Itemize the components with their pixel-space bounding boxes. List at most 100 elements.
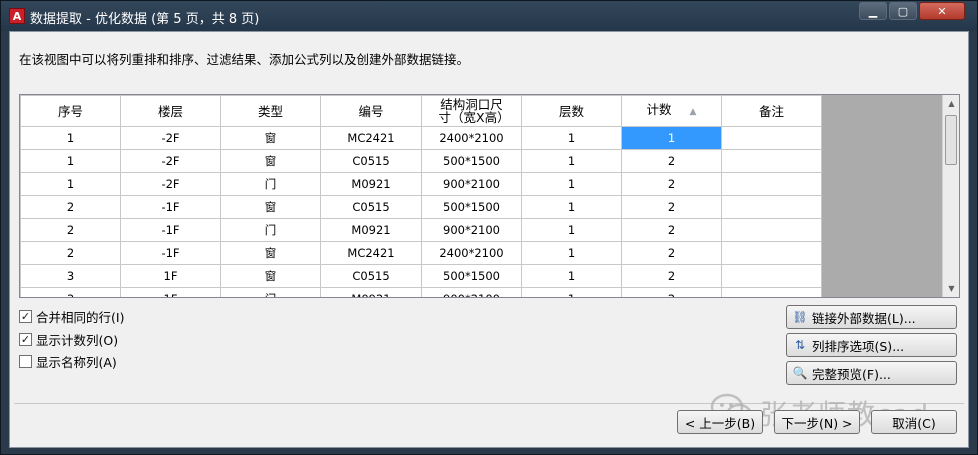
table-cell[interactable]: 2 xyxy=(621,241,722,265)
table-cell[interactable]: M0921 xyxy=(320,218,422,242)
table-cell[interactable]: 2 xyxy=(621,287,722,297)
table-row[interactable]: 3 1F 窗 C0515 500*1500 1 2 xyxy=(20,264,822,288)
title-bar[interactable]: A 数据提取 - 优化数据 (第 5 页，共 8 页) ▁ ▢ ✕ xyxy=(1,1,977,31)
table-cell[interactable] xyxy=(721,287,822,297)
table-cell[interactable]: C0515 xyxy=(320,195,422,219)
scroll-down-icon[interactable]: ▼ xyxy=(943,280,959,297)
column-header[interactable]: 类型 xyxy=(220,95,321,127)
table-cell[interactable]: -2F xyxy=(120,149,221,173)
table-cell[interactable]: 900*2100 xyxy=(421,172,522,196)
table-cell[interactable]: 500*1500 xyxy=(421,195,522,219)
table-cell[interactable]: 3 xyxy=(20,287,121,297)
cancel-button[interactable]: 取消(C) xyxy=(871,410,957,434)
column-header[interactable]: 序号 xyxy=(20,95,121,127)
table-cell[interactable]: 窗 xyxy=(220,241,321,265)
table-cell[interactable]: 2 xyxy=(20,195,121,219)
table-cell[interactable]: C0515 xyxy=(320,264,422,288)
table-row[interactable]: 1 -2F 门 M0921 900*2100 1 2 xyxy=(20,172,822,196)
table-cell[interactable]: -2F xyxy=(120,126,221,150)
table-cell[interactable]: 1 xyxy=(521,287,622,297)
table-cell[interactable]: 1 xyxy=(521,149,622,173)
column-header[interactable]: 楼层 xyxy=(120,95,221,127)
table-cell[interactable]: 1 xyxy=(521,218,622,242)
table-cell[interactable]: 门 xyxy=(220,218,321,242)
table-row[interactable]: 1 -2F 窗 C0515 500*1500 1 2 xyxy=(20,149,822,173)
merge-rows-option[interactable]: ✓ 合并相同的行(I) xyxy=(19,307,124,326)
table-cell[interactable] xyxy=(721,172,822,196)
vertical-scrollbar[interactable]: ▲ ▼ xyxy=(942,95,959,297)
table-cell[interactable]: 2 xyxy=(621,149,722,173)
table-cell[interactable]: 500*1500 xyxy=(421,264,522,288)
table-cell[interactable]: 1 xyxy=(20,126,121,150)
table-row[interactable]: 2 -1F 门 M0921 900*2100 1 2 xyxy=(20,218,822,242)
table-cell[interactable]: 2 xyxy=(20,241,121,265)
column-header[interactable]: 备注 xyxy=(721,95,822,127)
table-cell[interactable]: 2 xyxy=(621,195,722,219)
close-button[interactable]: ✕ xyxy=(919,2,965,20)
column-header[interactable]: 编号 xyxy=(320,95,422,127)
table-cell[interactable]: 2 xyxy=(621,264,722,288)
table-cell[interactable]: 窗 xyxy=(220,264,321,288)
table-cell[interactable]: 门 xyxy=(220,172,321,196)
table-row[interactable]: 31F门M0921900*210012 xyxy=(20,287,822,297)
table-cell[interactable] xyxy=(721,264,822,288)
table-cell[interactable]: 1F xyxy=(120,287,221,297)
table-cell[interactable]: 500*1500 xyxy=(421,149,522,173)
table-cell[interactable]: 2400*2100 xyxy=(421,241,522,265)
show-count-option[interactable]: ✓ 显示计数列(O) xyxy=(19,330,118,349)
table-cell[interactable]: 1 xyxy=(521,241,622,265)
table-cell[interactable] xyxy=(721,126,822,150)
full-preview-button[interactable]: 🔍 完整预览(F)... xyxy=(786,361,957,385)
table-cell[interactable] xyxy=(721,241,822,265)
table-cell[interactable]: -1F xyxy=(120,218,221,242)
table-cell[interactable]: 1 xyxy=(621,126,722,150)
table-cell[interactable]: 2 xyxy=(621,218,722,242)
merge-rows-checkbox[interactable]: ✓ xyxy=(19,310,32,323)
table-cell[interactable]: 1 xyxy=(521,126,622,150)
column-sort-options-button[interactable]: ⇅ 列排序选项(S)... xyxy=(786,333,957,357)
table-cell[interactable]: MC2421 xyxy=(320,241,422,265)
scroll-thumb[interactable] xyxy=(945,115,957,165)
column-header[interactable]: 结构洞口尺寸（宽X高） xyxy=(421,95,522,127)
table-cell[interactable]: 窗 xyxy=(220,149,321,173)
link-external-data-button[interactable]: ⛓ 链接外部数据(L)... xyxy=(786,305,957,329)
table-cell[interactable]: 1 xyxy=(521,172,622,196)
maximize-button[interactable]: ▢ xyxy=(889,2,917,20)
table-cell[interactable]: -1F xyxy=(120,241,221,265)
table-cell[interactable]: M0921 xyxy=(320,287,422,297)
table-cell[interactable]: MC2421 xyxy=(320,126,422,150)
table-cell[interactable]: 1 xyxy=(521,195,622,219)
scroll-up-icon[interactable]: ▲ xyxy=(943,95,959,112)
show-name-checkbox[interactable] xyxy=(19,355,32,368)
table-cell[interactable] xyxy=(721,149,822,173)
table-cell[interactable]: 3 xyxy=(20,264,121,288)
table-cell[interactable]: C0515 xyxy=(320,149,422,173)
show-name-option[interactable]: 显示名称列(A) xyxy=(19,352,117,371)
table-row[interactable]: 2 -1F 窗 MC2421 2400*2100 1 2 xyxy=(20,241,822,265)
column-header-sorted[interactable]: 计数 ▲ xyxy=(621,95,722,127)
table-cell[interactable]: 窗 xyxy=(220,126,321,150)
show-count-checkbox[interactable]: ✓ xyxy=(19,333,32,346)
table-cell[interactable]: 2 xyxy=(20,218,121,242)
table-cell[interactable]: M0921 xyxy=(320,172,422,196)
table-row[interactable]: 1 -2F 窗 MC2421 2400*2100 1 1 xyxy=(20,126,822,150)
table-cell[interactable]: -2F xyxy=(120,172,221,196)
table-cell[interactable]: 1 xyxy=(20,149,121,173)
table-cell[interactable] xyxy=(721,218,822,242)
table-cell[interactable]: 1 xyxy=(521,264,622,288)
minimize-button[interactable]: ▁ xyxy=(859,2,887,20)
table-cell[interactable]: -1F xyxy=(120,195,221,219)
next-button[interactable]: 下一步(N) > xyxy=(774,410,860,434)
table-cell[interactable]: 2400*2100 xyxy=(421,126,522,150)
table-cell[interactable]: 1F xyxy=(120,264,221,288)
back-button[interactable]: < 上一步(B) xyxy=(677,410,763,434)
table-cell[interactable]: 2 xyxy=(621,172,722,196)
table-cell[interactable]: 门 xyxy=(220,287,321,297)
table-cell[interactable]: 900*2100 xyxy=(421,218,522,242)
table-row[interactable]: 2 -1F 窗 C0515 500*1500 1 2 xyxy=(20,195,822,219)
table-cell[interactable]: 1 xyxy=(20,172,121,196)
table-cell[interactable]: 窗 xyxy=(220,195,321,219)
column-header[interactable]: 层数 xyxy=(521,95,622,127)
table-cell[interactable]: 900*2100 xyxy=(421,287,522,297)
table-cell[interactable] xyxy=(721,195,822,219)
